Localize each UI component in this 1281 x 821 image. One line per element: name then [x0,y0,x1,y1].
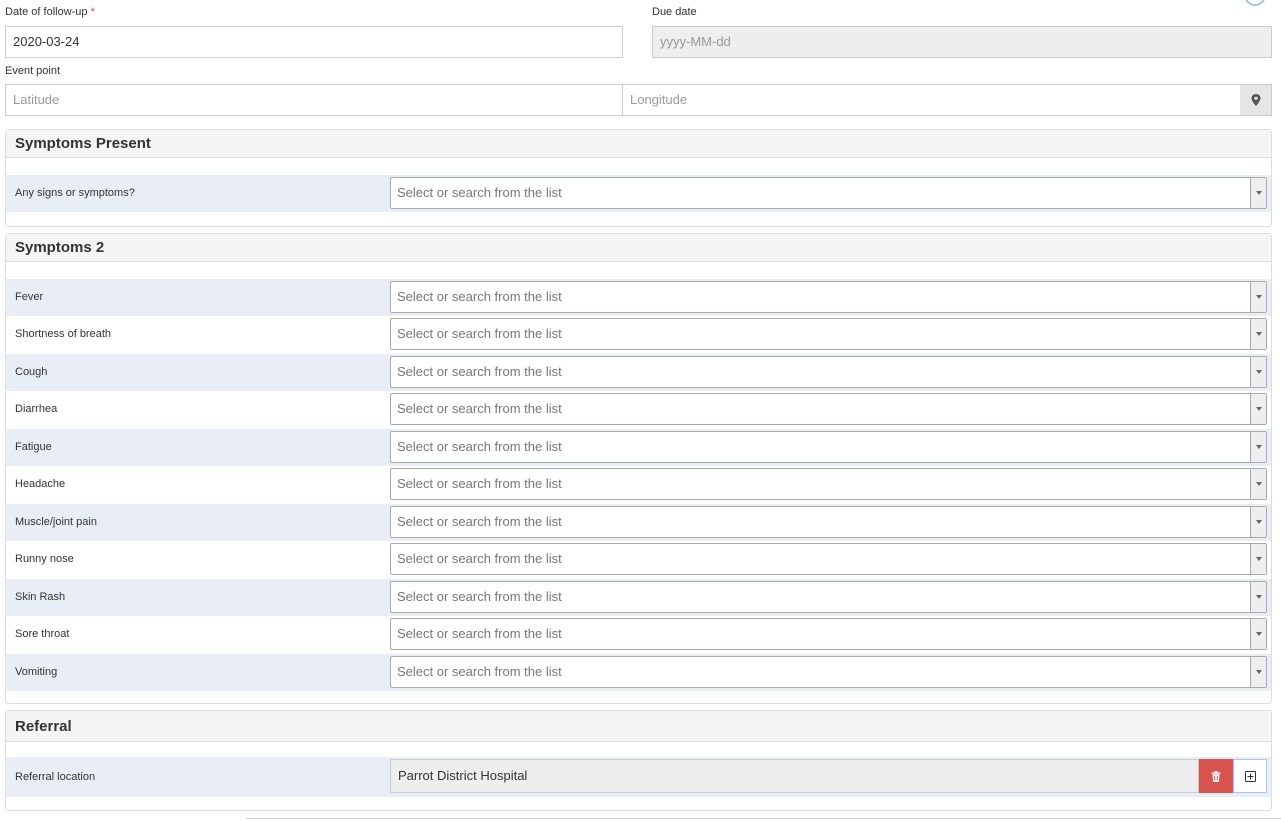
dropdown-arrow-icon[interactable] [1250,582,1266,612]
dropdown-arrow-icon[interactable] [1250,469,1266,499]
map-location-button[interactable] [1240,84,1272,116]
referral-header: Referral [6,711,1271,742]
longitude-placeholder: Longitude [630,92,688,107]
select-fever[interactable]: Select or search from the list [390,281,1267,313]
field-label-fatigue: Fatigue [15,441,52,453]
field-row-fever: Fever Select or search from the list [6,279,1271,316]
select-shortness-of-breath[interactable]: Select or search from the list [390,318,1267,350]
dropdown-arrow-icon[interactable] [1250,619,1266,649]
field-label-skin-rash: Skin Rash [15,591,66,603]
field-row-sore-throat: Sore throat Select or search from the li… [6,616,1271,653]
select-sore-throat[interactable]: Select or search from the list [390,618,1267,650]
scroll-top-circle [1244,0,1266,6]
referral-location-field[interactable]: Parrot District Hospital [390,759,1199,793]
field-row-diarrhea: Diarrhea Select or search from the list [6,391,1271,428]
select-placeholder: Select or search from the list [397,289,562,304]
dropdown-arrow-icon[interactable] [1250,282,1266,312]
dropdown-arrow-icon[interactable] [1250,507,1266,537]
select-placeholder: Select or search from the list [397,364,562,379]
select-diarrhea[interactable]: Select or search from the list [390,393,1267,425]
delete-referral-button[interactable] [1199,759,1233,793]
date-of-follow-up-input[interactable]: 2020-03-24 [5,26,623,58]
date-of-follow-up-value: 2020-03-24 [13,34,80,49]
dropdown-arrow-icon[interactable] [1250,432,1266,462]
dropdown-arrow-icon[interactable] [1250,544,1266,574]
symptoms-present-panel: Symptoms Present Any signs or symptoms? … [5,129,1272,227]
select-fatigue[interactable]: Select or search from the list [390,431,1267,463]
field-row-shortness-of-breath: Shortness of breath Select or search fro… [6,316,1271,353]
trash-icon [1211,770,1221,782]
select-placeholder: Select or search from the list [397,476,562,491]
select-placeholder: Select or search from the list [397,401,562,416]
select-muscle-joint-pain[interactable]: Select or search from the list [390,506,1267,538]
symptoms-2-panel: Symptoms 2 Fever Select or search from t… [5,233,1272,704]
select-headache[interactable]: Select or search from the list [390,468,1267,500]
field-row-any-signs: Any signs or symptoms? Select or search … [6,175,1271,212]
add-referral-button[interactable] [1233,759,1267,793]
dropdown-arrow-icon[interactable] [1250,178,1266,208]
date-of-follow-up-label-text: Date of follow-up [5,6,88,18]
dropdown-arrow-icon[interactable] [1250,394,1266,424]
field-row-fatigue: Fatigue Select or search from the list [6,429,1271,466]
field-row-vomiting: Vomiting Select or search from the list [6,654,1271,691]
map-marker-icon [1251,94,1260,106]
select-placeholder: Select or search from the list [397,326,562,341]
select-placeholder: Select or search from the list [397,185,562,200]
field-label-cough: Cough [15,366,48,378]
plus-square-icon [1244,770,1256,782]
select-placeholder: Select or search from the list [397,589,562,604]
longitude-input[interactable]: Longitude [622,84,1241,116]
field-label-diarrhea: Diarrhea [15,403,58,415]
symptoms-present-header: Symptoms Present [6,130,1271,158]
field-label-any-signs: Any signs or symptoms? [15,187,135,199]
field-label-vomiting: Vomiting [15,666,58,678]
field-label-runny-nose: Runny nose [15,553,74,565]
referral-location-value: Parrot District Hospital [398,768,528,783]
select-placeholder: Select or search from the list [397,514,562,529]
field-row-muscle-joint-pain: Muscle/joint pain Select or search from … [6,504,1271,541]
date-of-follow-up-label: Date of follow-up * [5,6,95,18]
due-date-input[interactable]: yyyy-MM-dd [652,26,1272,58]
field-label-headache: Headache [15,478,66,490]
field-label-sore-throat: Sore throat [15,628,70,640]
footer-divider [246,818,1281,819]
field-row-runny-nose: Runny nose Select or search from the lis… [6,541,1271,578]
select-cough[interactable]: Select or search from the list [390,356,1267,388]
select-any-signs[interactable]: Select or search from the list [390,177,1267,209]
field-row-headache: Headache Select or search from the list [6,466,1271,503]
due-date-label: Due date [652,6,697,18]
field-label-shortness-of-breath: Shortness of breath [15,328,112,340]
required-marker: * [90,6,95,18]
field-row-skin-rash: Skin Rash Select or search from the list [6,579,1271,616]
latitude-input[interactable]: Latitude [5,84,623,116]
due-date-placeholder: yyyy-MM-dd [660,34,731,49]
symptoms-2-header: Symptoms 2 [6,234,1271,262]
field-row-referral-location: Referral location Parrot District Hospit… [6,757,1271,797]
field-label-fever: Fever [15,291,44,303]
latitude-placeholder: Latitude [13,92,60,107]
field-row-cough: Cough Select or search from the list [6,354,1271,391]
select-placeholder: Select or search from the list [397,439,562,454]
select-skin-rash[interactable]: Select or search from the list [390,581,1267,613]
select-placeholder: Select or search from the list [397,626,562,641]
dropdown-arrow-icon[interactable] [1250,319,1266,349]
select-placeholder: Select or search from the list [397,551,562,566]
select-vomiting[interactable]: Select or search from the list [390,656,1267,688]
referral-panel: Referral Referral location Parrot Distri… [5,710,1272,811]
dropdown-arrow-icon[interactable] [1250,657,1266,687]
select-placeholder: Select or search from the list [397,664,562,679]
field-label-referral-location: Referral location [15,771,96,783]
select-runny-nose[interactable]: Select or search from the list [390,543,1267,575]
field-label-muscle-joint-pain: Muscle/joint pain [15,516,97,528]
event-point-label: Event point [5,65,61,77]
dropdown-arrow-icon[interactable] [1250,357,1266,387]
